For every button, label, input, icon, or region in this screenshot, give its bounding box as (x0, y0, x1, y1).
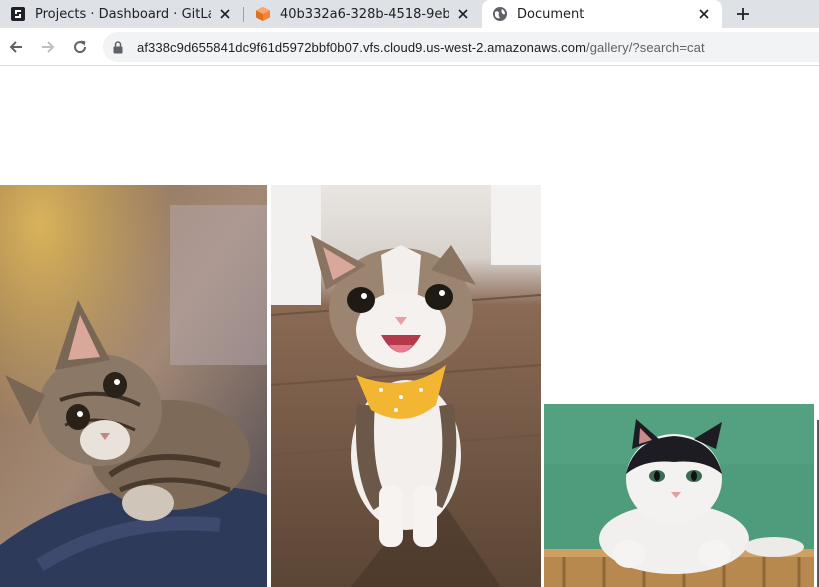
lock-icon (113, 40, 125, 54)
cloud9-cube-icon (255, 6, 271, 22)
browser-toolbar: af338c9d655841dc9f61d5972bbf0b07.vfs.clo… (0, 28, 819, 66)
close-tab-icon[interactable] (455, 6, 471, 22)
gallery-photo-smiling-cat[interactable] (271, 185, 541, 587)
plus-icon (737, 8, 749, 20)
gallery-page (0, 66, 819, 587)
new-tab-button[interactable] (733, 4, 753, 24)
arrow-right-icon (42, 41, 55, 53)
close-tab-icon[interactable] (217, 6, 233, 22)
url-path: /gallery/?search=cat (586, 39, 705, 55)
url-text: af338c9d655841dc9f61d5972bbf0b07.vfs.clo… (137, 40, 705, 55)
tab-title: Projects · Dashboard · GitLab (35, 6, 211, 22)
arrow-left-icon (9, 41, 22, 53)
close-tab-icon[interactable] (696, 6, 712, 22)
tab-cloud9[interactable]: 40b332a6-328b-4518-9eb6 (245, 0, 481, 28)
gallery-photo-tuxedo-cat[interactable] (544, 404, 814, 587)
tab-title: Document (517, 6, 585, 22)
gallery-photo-tabby-lying[interactable] (0, 185, 267, 587)
tab-separator (243, 7, 244, 22)
reload-button[interactable] (70, 37, 90, 57)
back-button[interactable] (6, 37, 26, 57)
forward-button[interactable] (38, 37, 58, 57)
tab-gitlab[interactable]: Projects · Dashboard · GitLab (0, 0, 243, 28)
tab-strip: Projects · Dashboard · GitLab 40b332a6-3… (0, 0, 819, 28)
tab-document[interactable]: Document (482, 0, 722, 28)
globe-icon (492, 6, 508, 22)
reload-icon (74, 40, 87, 54)
tab-title: 40b332a6-328b-4518-9eb6 (280, 6, 449, 22)
url-host: af338c9d655841dc9f61d5972bbf0b07.vfs.clo… (137, 39, 586, 55)
address-bar[interactable]: af338c9d655841dc9f61d5972bbf0b07.vfs.clo… (103, 32, 819, 62)
gitlab-tanuki-icon (10, 6, 26, 22)
